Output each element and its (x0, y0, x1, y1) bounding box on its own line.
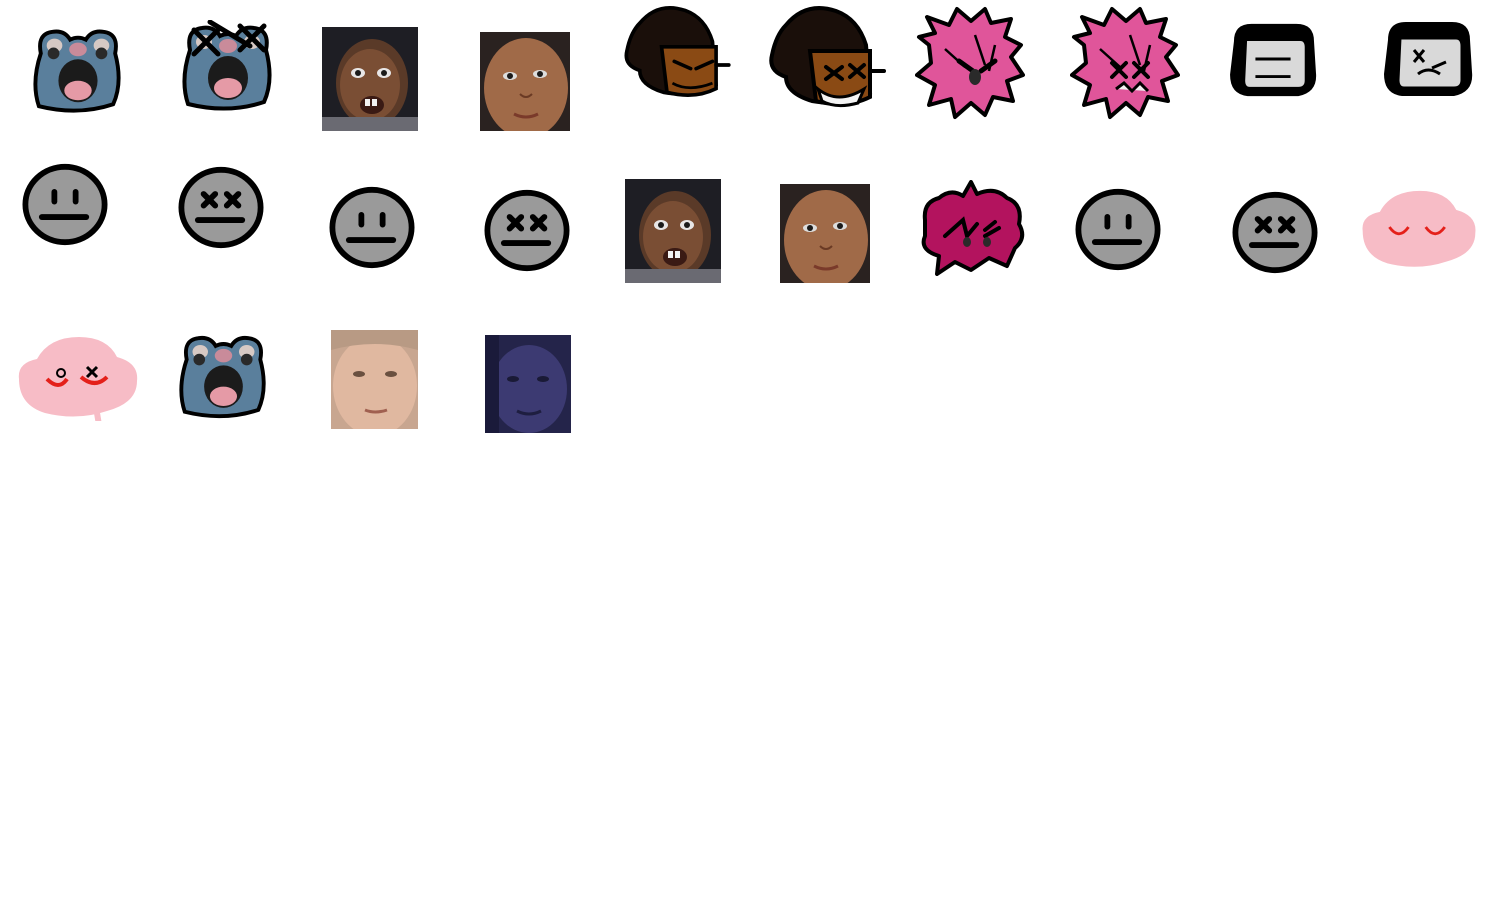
boy-photo-icon (331, 330, 418, 429)
girl-photo-2-icon (780, 184, 870, 283)
gray-face-icon (1073, 187, 1163, 272)
brown-hair-character-icon (616, 5, 738, 105)
gray-face-icon (20, 162, 110, 247)
gray-face-dead-icon (482, 188, 572, 273)
pink-hair-character-dead-icon (1070, 5, 1180, 123)
black-hair-character-dead-icon (1380, 16, 1476, 100)
blue-plush-dead-icon (180, 20, 275, 112)
icon-sheet (0, 0, 1500, 900)
magenta-hair-character-icon (915, 180, 1027, 276)
pink-blob-dead-icon (14, 333, 142, 421)
girl-photo-1-icon (322, 27, 418, 131)
gray-face-icon (327, 185, 417, 270)
pink-blob-icon (1356, 187, 1482, 271)
gray-face-dead-icon (176, 165, 266, 250)
black-hair-character-icon (1225, 18, 1321, 100)
gray-face-dead-icon (1230, 190, 1320, 275)
girl-photo-1-icon (625, 179, 721, 283)
brown-hair-character-dead-icon (766, 5, 888, 115)
boy-photo-dark-icon (485, 335, 571, 433)
blue-plush-icon (177, 330, 269, 420)
girl-photo-2-icon (480, 32, 570, 131)
pink-hair-character-icon (915, 5, 1025, 123)
blue-plush-icon (30, 24, 125, 114)
